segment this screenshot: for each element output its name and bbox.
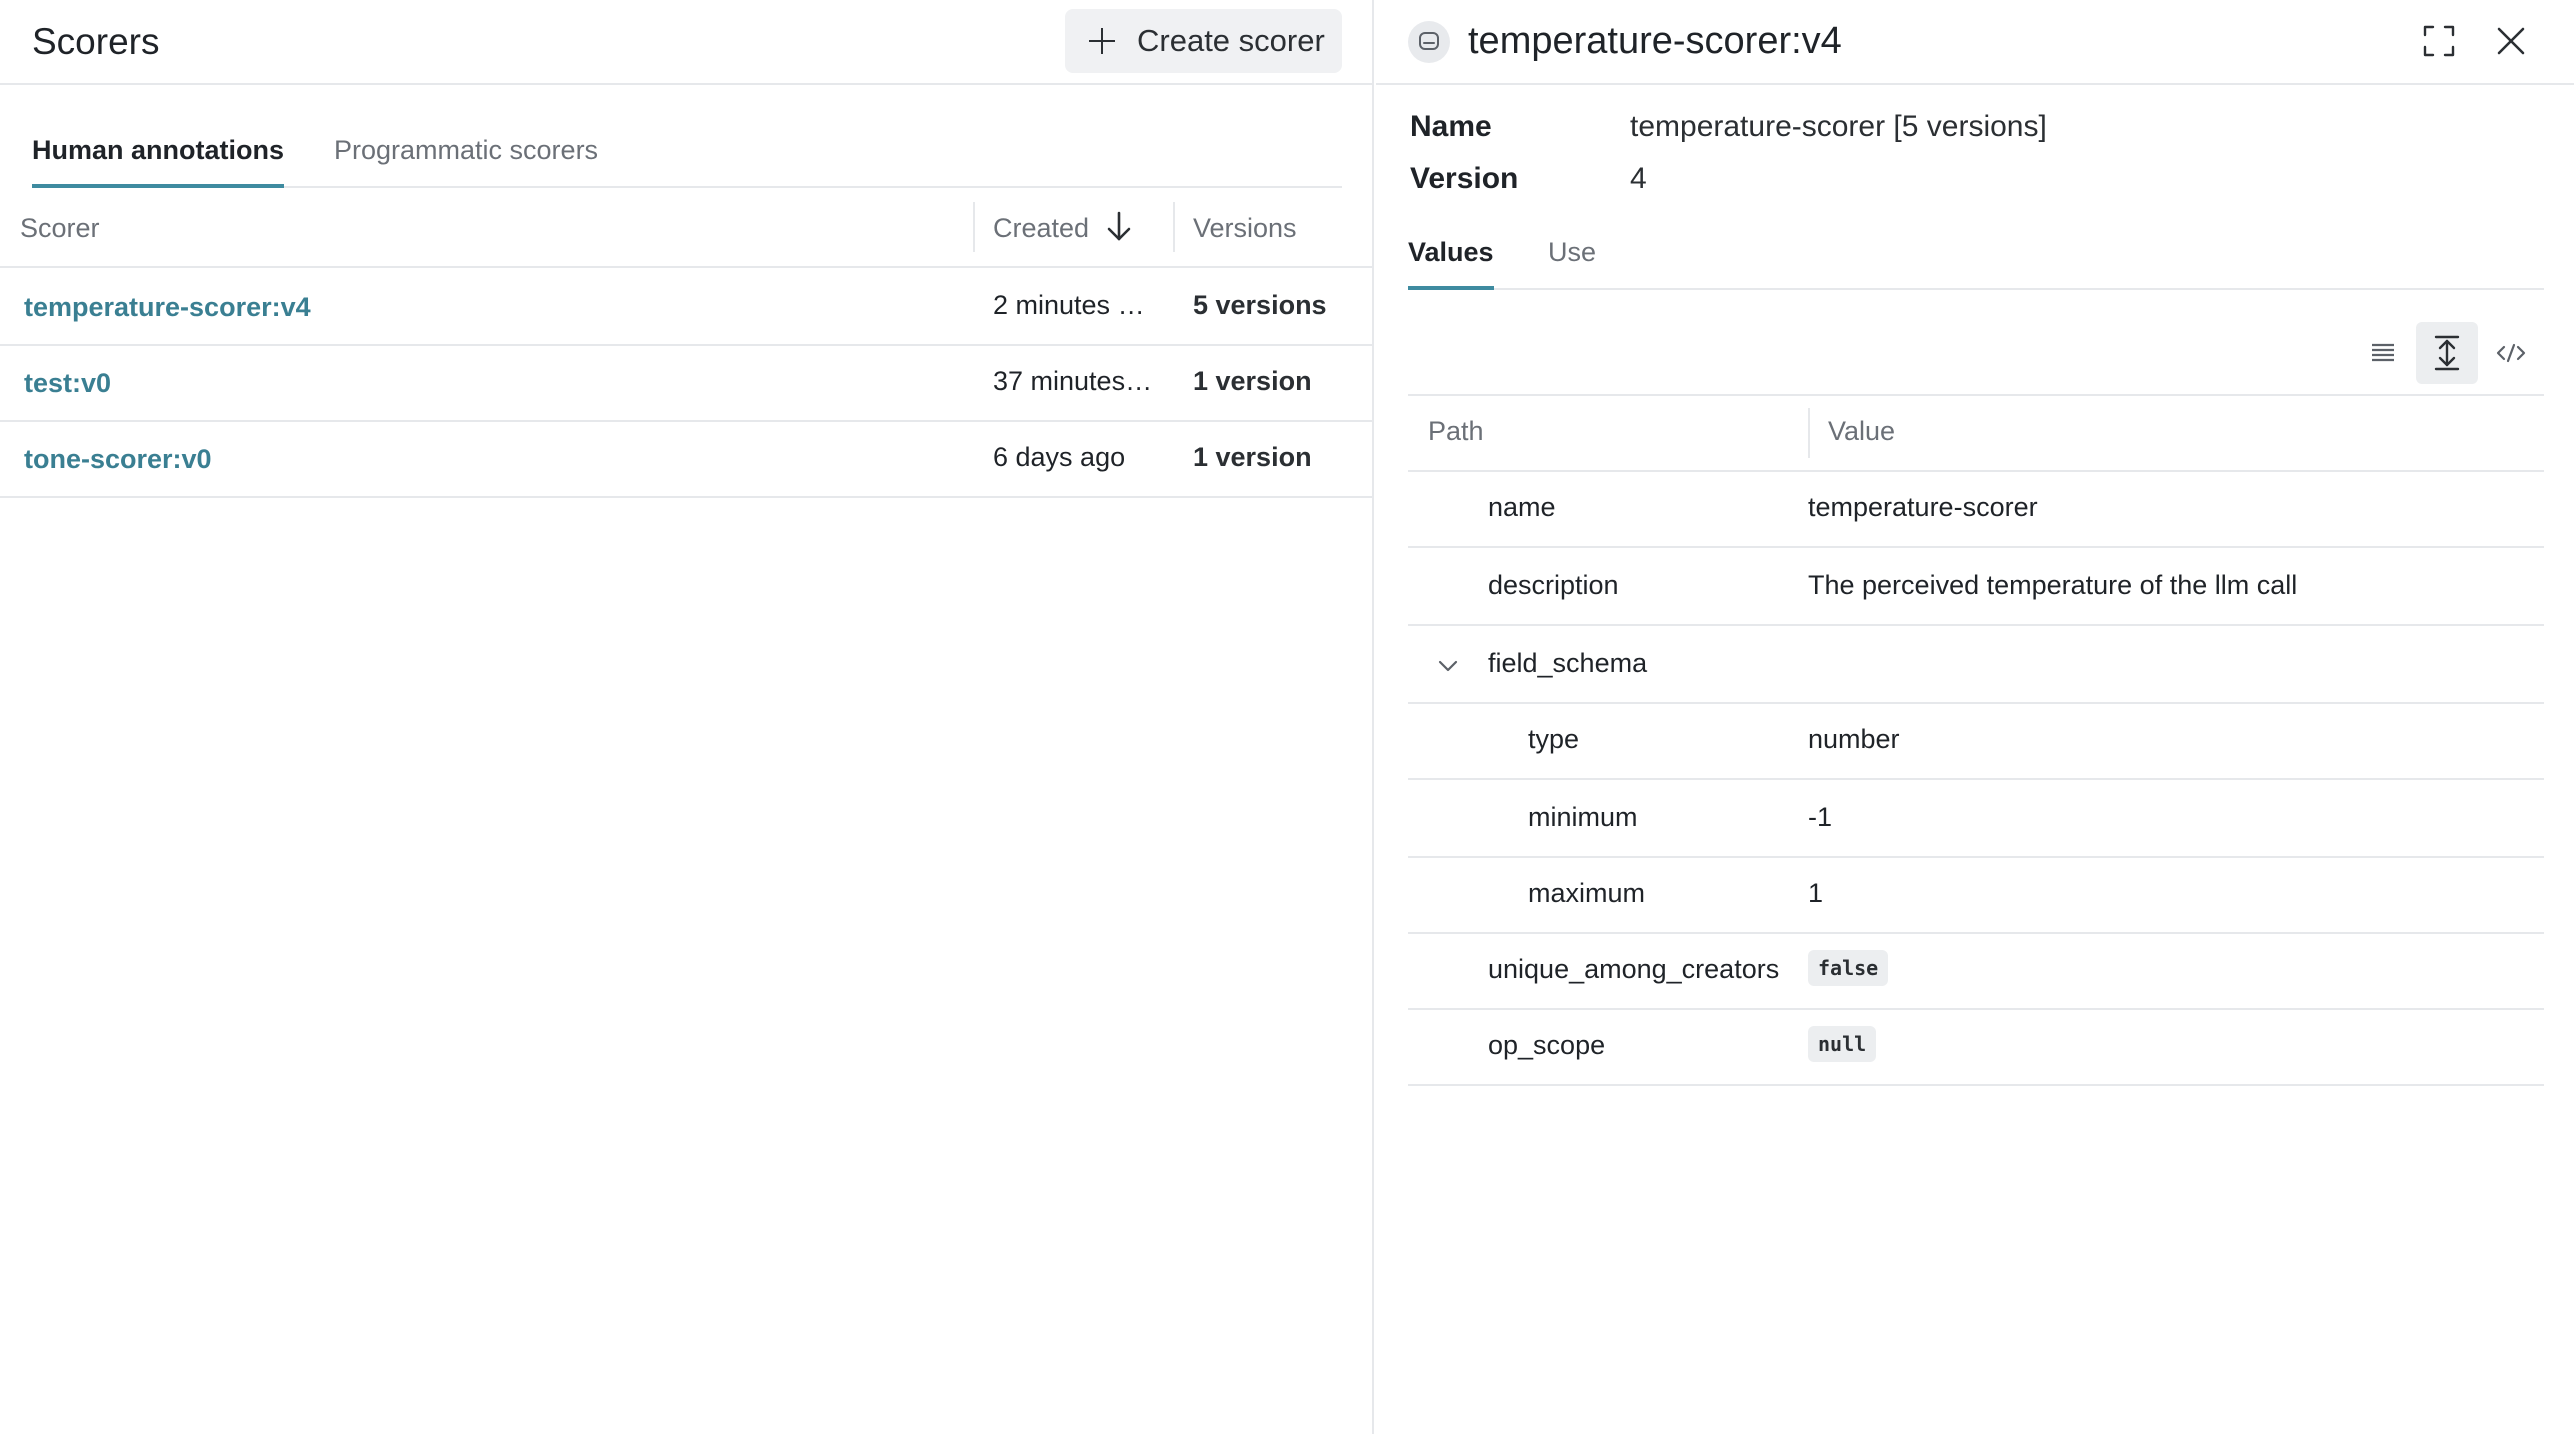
values-table-header: Path Value (1408, 394, 2544, 472)
property-value: temperature-scorer (1808, 492, 2038, 522)
table-row[interactable]: temperature-scorer:v4 2 minutes ago 5 ve… (0, 270, 1374, 346)
versions-cell: 5 versions (1193, 290, 1327, 320)
null-pill: null (1808, 1026, 1877, 1062)
chevron-down-icon[interactable] (1436, 654, 1460, 678)
scorers-panel: Scorers Create scorer Human annotations … (0, 0, 1374, 1434)
property-row: unique_among_creators false (1408, 934, 2544, 1010)
version-label: Version (1410, 162, 1519, 195)
detail-tabs: Values Use (1408, 234, 2544, 290)
tab-values[interactable]: Values (1408, 234, 1494, 290)
property-row: maximum 1 (1408, 858, 2544, 934)
created-cell: 2 minutes ago (993, 290, 1153, 320)
property-path: unique_among_creators (1488, 954, 1780, 984)
column-resize-handle[interactable] (1372, 202, 1374, 252)
page-title: Scorers (32, 21, 160, 62)
table-row[interactable]: test:v0 37 minutes ago 1 version (0, 346, 1374, 422)
scorer-name-link[interactable]: tone-scorer:v0 (24, 444, 212, 475)
property-path: name (1488, 492, 1556, 522)
property-value: 1 (1808, 878, 1824, 908)
property-row: type number (1408, 704, 2544, 780)
property-value-cell: null (1808, 1026, 1877, 1062)
scorer-name-link[interactable]: temperature-scorer:v4 (24, 292, 311, 323)
annotation-icon (1408, 21, 1450, 63)
plus-icon (1087, 26, 1117, 56)
column-header-created[interactable]: Created (993, 210, 1089, 246)
expand-icon[interactable] (2422, 24, 2456, 58)
property-path: minimum (1528, 802, 1638, 832)
property-path: type (1528, 724, 1580, 754)
close-icon[interactable] (2494, 24, 2528, 58)
property-row: description The perceived temperature of… (1408, 550, 2544, 626)
property-path: maximum (1528, 878, 1646, 908)
expand-all-button[interactable] (2416, 322, 2478, 384)
column-header-path[interactable]: Path (1428, 416, 1484, 447)
created-cell: 37 minutes ago (993, 366, 1153, 396)
property-value: number (1808, 724, 1900, 754)
scorer-tabs: Human annotations Programmatic scorers (32, 132, 1342, 188)
name-label: Name (1410, 110, 1492, 143)
versions-cell: 1 version (1193, 366, 1312, 396)
boolean-pill: false (1808, 950, 1889, 986)
create-scorer-button[interactable]: Create scorer (1065, 9, 1342, 73)
created-cell: 6 days ago (993, 442, 1126, 472)
column-header-versions[interactable]: Versions (1193, 210, 1297, 246)
tab-use[interactable]: Use (1548, 234, 1596, 290)
scorer-name-link[interactable]: test:v0 (24, 368, 111, 399)
table-row[interactable]: tone-scorer:v0 6 days ago 1 version (0, 422, 1374, 498)
scorers-header: Scorers Create scorer (0, 0, 1374, 85)
table-header: Scorer Created Versions (0, 188, 1374, 268)
tab-human-annotations[interactable]: Human annotations (32, 132, 285, 188)
sort-descending-icon[interactable] (1104, 210, 1134, 244)
property-path: op_scope (1488, 1030, 1606, 1060)
property-value: -1 (1808, 802, 1833, 832)
list-icon (2372, 343, 2394, 362)
column-resize-handle[interactable] (973, 202, 975, 252)
property-path: field_schema (1488, 648, 1648, 678)
scorer-detail-panel: temperature-scorer:v4 Name temperature-s… (1376, 0, 2574, 1434)
version-value: 4 (1630, 162, 1647, 195)
name-value: temperature-scorer [5 versions] (1630, 110, 2047, 143)
versions-cell: 1 version (1193, 442, 1312, 472)
code-view-button[interactable] (2480, 322, 2542, 384)
property-row: name temperature-scorer (1408, 472, 2544, 548)
list-view-button[interactable] (2352, 322, 2414, 384)
property-value: The perceived temperature of the llm cal… (1808, 570, 2298, 600)
column-resize-handle[interactable] (1808, 408, 1810, 458)
code-icon (2496, 343, 2526, 363)
detail-title: temperature-scorer:v4 (1468, 20, 1842, 62)
column-header-scorer[interactable]: Scorer (20, 210, 100, 246)
column-header-value[interactable]: Value (1828, 416, 1895, 447)
detail-header: temperature-scorer:v4 (1376, 0, 2574, 85)
create-scorer-label: Create scorer (1137, 23, 1325, 58)
property-path: description (1488, 570, 1619, 600)
property-row: op_scope null (1408, 1010, 2544, 1086)
property-value-cell: false (1808, 950, 1889, 986)
property-row: minimum -1 (1408, 782, 2544, 858)
expand-vertical-icon (2434, 335, 2460, 371)
tab-programmatic-scorers[interactable]: Programmatic scorers (334, 132, 598, 188)
column-resize-handle[interactable] (1173, 202, 1175, 252)
property-row-expandable[interactable]: field_schema (1408, 628, 2544, 704)
